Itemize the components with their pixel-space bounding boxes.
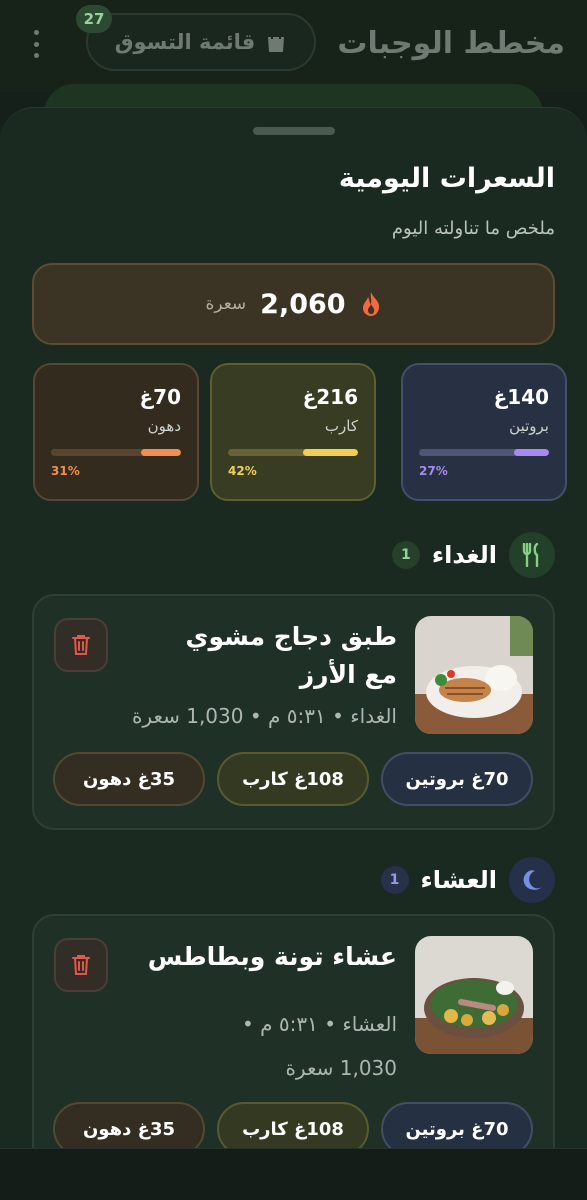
lunch-meal-card[interactable]: طبق دجاج مشوي مع الأرز الغداء • ٥:٣١ م •… [32, 594, 555, 830]
trash-icon [72, 635, 90, 655]
carb-macro-card: 216غ كارب 42% [210, 363, 376, 501]
carb-progress-bar [228, 449, 358, 456]
carb-label: كارب [324, 417, 358, 435]
protein-chip: 70غ بروتين [381, 752, 533, 806]
app-title: مخطط الوجبات [337, 26, 565, 61]
trash-icon [72, 955, 90, 975]
fat-progress-bar [51, 449, 181, 456]
calories-unit: سعرة [205, 294, 247, 314]
meal-image [415, 616, 533, 734]
fat-label: دهون [147, 417, 181, 435]
more-options-button[interactable] [26, 30, 46, 58]
protein-percent: 27% [419, 464, 448, 478]
dinner-count-badge: 1 [380, 866, 409, 894]
moon-icon [509, 857, 555, 903]
shopping-count-badge: 27 [76, 5, 112, 33]
lunch-count-badge: 1 [391, 541, 420, 569]
carb-value: 216غ [302, 385, 358, 409]
sheet-subtitle: ملخص ما تناولته اليوم [391, 218, 555, 239]
delete-meal-button[interactable] [54, 938, 108, 992]
lunch-section-header: الغداء 1 [391, 531, 555, 579]
fat-progress-fill [140, 449, 181, 456]
protein-progress-fill [513, 449, 549, 456]
fork-knife-icon [509, 532, 555, 578]
fat-value: 70غ [139, 385, 181, 409]
shopping-bag-icon [268, 30, 285, 52]
meal-meta: الغداء • ٥:٣١ م • 1,030 سعرة [131, 704, 397, 728]
fat-percent: 31% [51, 464, 80, 478]
delete-meal-button[interactable] [54, 618, 108, 672]
system-navigation-bar [0, 1148, 587, 1200]
protein-label: بروتين [509, 417, 549, 435]
dinner-section-title: العشاء [420, 866, 498, 894]
calories-value: 2,060 [260, 288, 346, 320]
meal-title: طبق دجاج مشوي مع الأرز [185, 622, 397, 689]
flame-icon [362, 292, 379, 316]
carb-progress-fill [303, 449, 358, 456]
daily-calories-sheet: السعرات اليومية ملخص ما تناولته اليوم 2,… [0, 107, 587, 1200]
meal-meta: العشاء • ٥:٣١ م • [241, 1012, 397, 1036]
shopping-list-label: قائمة التسوق [114, 30, 256, 54]
sheet-drag-handle[interactable] [253, 127, 335, 135]
carb-percent: 42% [228, 464, 257, 478]
shopping-list-button[interactable]: قائمة التسوق [86, 13, 316, 71]
fat-macro-card: 70غ دهون 31% [33, 363, 199, 501]
app-bar: مخطط الوجبات قائمة التسوق 27 [0, 0, 587, 92]
dot-icon [33, 41, 39, 47]
protein-progress-bar [419, 449, 549, 456]
meal-title: عشاء تونة وبطاطس [147, 942, 397, 971]
dot-icon [33, 53, 39, 58]
sheet-title: السعرات اليومية [338, 163, 555, 194]
dinner-section-header: العشاء 1 [380, 856, 555, 904]
protein-macro-card: 140غ بروتين 27% [401, 363, 567, 501]
dot-icon [33, 30, 39, 35]
carb-chip: 108غ كارب [217, 752, 369, 806]
fat-chip: 35غ دهون [53, 752, 205, 806]
lunch-section-title: الغداء [431, 541, 497, 569]
meal-calories: 1,030 سعرة [285, 1056, 397, 1080]
protein-value: 140غ [493, 385, 549, 409]
total-calories-card: 2,060 سعرة [32, 263, 555, 345]
meal-image [415, 936, 533, 1054]
